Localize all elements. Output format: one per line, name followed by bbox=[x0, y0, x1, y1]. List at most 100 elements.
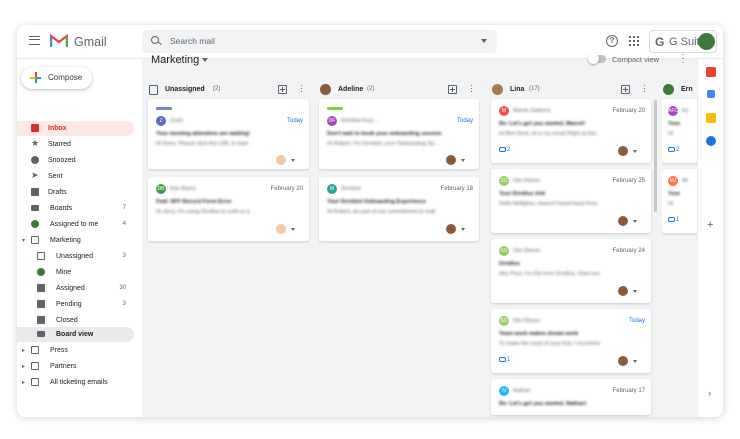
ticket-card[interactable]: MJ Mi Your Hi 1 bbox=[662, 169, 697, 233]
assignee-avatar[interactable] bbox=[446, 155, 456, 165]
sidebar-item-all-ticketing-emails[interactable]: ▸ All ticketing emails bbox=[17, 375, 134, 390]
assignee-avatar[interactable] bbox=[446, 224, 456, 234]
sidebar-item-board-view[interactable]: Board view bbox=[17, 327, 134, 342]
sidebar-item-drafts[interactable]: Drafts bbox=[17, 185, 134, 200]
add-card-icon[interactable] bbox=[621, 85, 630, 94]
comment-count[interactable]: 1 bbox=[499, 357, 510, 363]
compose-button[interactable]: Compose bbox=[21, 67, 92, 89]
ticket-card[interactable]: Z Zoeb Today Your meeting attendees are … bbox=[148, 99, 309, 169]
ticket-card[interactable]: N Nathan February 17 Re: Let's get you s… bbox=[491, 379, 651, 415]
sidebar-item-pending[interactable]: Pending 3 bbox=[17, 297, 134, 312]
chevron-down-icon[interactable] bbox=[291, 228, 295, 231]
more-options-icon[interactable]: · · · bbox=[680, 50, 686, 68]
clipboard-icon bbox=[37, 252, 45, 260]
sidebar-item-assigned-to-me[interactable]: Assigned to me 4 bbox=[17, 217, 134, 232]
assignee-avatar[interactable] bbox=[618, 356, 628, 366]
card-snippet: Hi bbox=[668, 201, 674, 207]
sender-name: Ola Olsson bbox=[513, 248, 541, 254]
chevron-down-icon[interactable] bbox=[291, 159, 295, 162]
sidebar-item-partners[interactable]: ▸ Partners bbox=[17, 359, 134, 374]
board-folder-icon bbox=[31, 346, 39, 354]
app-name: Gmail bbox=[74, 35, 107, 49]
ticket-card[interactable]: DB Dan Barns February 20 Fwd: SFF Record… bbox=[148, 177, 309, 241]
chevron-down-icon[interactable] bbox=[461, 159, 465, 162]
column-count: (2) bbox=[213, 86, 221, 92]
sidebar-item-unassigned[interactable]: Unassigned 3 bbox=[17, 249, 134, 264]
card-snippet: Hi bbox=[668, 131, 674, 137]
sidebar-item-count: 4 bbox=[122, 221, 126, 227]
card-date: February 17 bbox=[612, 388, 645, 394]
chevron-down-icon[interactable] bbox=[633, 220, 637, 223]
menu-icon[interactable] bbox=[29, 36, 40, 45]
sidebar-item-marketing[interactable]: ▾ Marketing bbox=[17, 233, 134, 248]
column-title: Ern bbox=[681, 86, 693, 93]
calendar-app-icon[interactable] bbox=[706, 67, 716, 77]
sidebar-item-sent[interactable]: ➤ Sent bbox=[17, 169, 134, 184]
chevron-right-icon[interactable]: ▸ bbox=[22, 379, 25, 386]
comment-count[interactable]: 2 bbox=[668, 147, 679, 153]
sidebar-item-inbox[interactable]: Inbox bbox=[17, 121, 134, 136]
avatar[interactable] bbox=[698, 33, 715, 50]
tasks-app-icon[interactable] bbox=[707, 90, 715, 98]
sender-name: Ola Olsson bbox=[513, 318, 541, 324]
assignee-avatar[interactable] bbox=[618, 146, 628, 156]
chevron-down-icon[interactable] bbox=[633, 360, 637, 363]
compose-label: Compose bbox=[48, 73, 83, 82]
assignee-avatar[interactable] bbox=[618, 216, 628, 226]
add-card-icon[interactable] bbox=[278, 85, 287, 94]
card-snippet: To make the most of your trial, I recomm… bbox=[499, 341, 601, 347]
sender-name: Ko bbox=[682, 108, 689, 114]
clipboard-icon bbox=[149, 85, 158, 95]
column-header: Ern bbox=[662, 82, 697, 98]
avatar bbox=[320, 84, 331, 95]
closed-check-icon bbox=[37, 316, 45, 324]
check-app-icon[interactable] bbox=[706, 136, 716, 146]
ticket-card[interactable]: SO Ola Olsson Today Team work makes drea… bbox=[491, 309, 651, 373]
comment-count[interactable]: 1 bbox=[668, 217, 679, 223]
more-options-icon[interactable]: · · · bbox=[643, 81, 646, 96]
chevron-right-icon[interactable]: ▸ bbox=[22, 363, 25, 370]
sidebar-item-label: Mine bbox=[56, 269, 72, 276]
column-header: Unassigned (2) · · · bbox=[148, 81, 309, 98]
chevron-down-icon[interactable] bbox=[633, 290, 637, 293]
keep-app-icon[interactable] bbox=[706, 113, 716, 123]
ticket-card[interactable]: M Drrmbot February 18 Your Drrmbot Onboa… bbox=[319, 177, 479, 241]
sidebar-item-boards[interactable]: Boards 7 bbox=[17, 201, 134, 216]
ticket-card[interactable]: SO Ola Olsson February 24 Drrallus Hey P… bbox=[491, 239, 651, 303]
chevron-down-icon[interactable]: ▾ bbox=[22, 237, 25, 244]
sidebar-item-press[interactable]: ▸ Press bbox=[17, 343, 134, 358]
compact-view-toggle[interactable] bbox=[588, 53, 606, 64]
chevron-right-icon[interactable]: ▸ bbox=[22, 347, 25, 354]
add-card-icon[interactable] bbox=[448, 85, 457, 94]
sidebar-item-snoozed[interactable]: Snoozed bbox=[17, 153, 134, 168]
chevron-down-icon[interactable] bbox=[461, 228, 465, 231]
more-options-icon[interactable]: · · · bbox=[470, 81, 473, 96]
chevron-down-icon[interactable] bbox=[202, 58, 208, 62]
sender-name: Nathan bbox=[513, 388, 531, 394]
comment-count-value: 1 bbox=[676, 217, 680, 223]
sidebar-item-label: Marketing bbox=[50, 237, 81, 244]
sidebar-item-assigned[interactable]: Assigned 30 bbox=[17, 281, 134, 296]
more-options-icon[interactable]: · · · bbox=[300, 81, 303, 96]
ticket-card[interactable]: SO Ola Olsson February 25 Your Drrallus … bbox=[491, 169, 651, 233]
assignee-avatar[interactable] bbox=[276, 155, 286, 165]
sidebar-item-starred[interactable]: ★ Starred bbox=[17, 137, 134, 152]
column-title: Unassigned bbox=[165, 86, 205, 93]
sidebar-item-mine[interactable]: Mine bbox=[17, 265, 134, 280]
chevron-down-icon[interactable] bbox=[633, 150, 637, 153]
sender-avatar: M bbox=[327, 184, 337, 194]
ticket-card[interactable]: DF Drrmbot from ... Today Don't wait to … bbox=[319, 99, 479, 169]
comment-count[interactable]: 2 bbox=[499, 147, 510, 153]
sidebar-item-label: Pending bbox=[56, 301, 82, 308]
sidebar-item-closed[interactable]: Closed bbox=[17, 313, 134, 328]
page-title[interactable]: Marketing bbox=[151, 54, 199, 66]
assignee-avatar[interactable] bbox=[276, 224, 286, 234]
assignee-avatar[interactable] bbox=[618, 286, 628, 296]
ticket-card[interactable]: M Marek Zablerra February 20 Re: Let's g… bbox=[491, 99, 651, 163]
column-scrollbar[interactable] bbox=[654, 100, 657, 212]
add-addon-icon[interactable]: + bbox=[707, 219, 713, 231]
ticket-card[interactable]: AFC Ko Your Hi 2 bbox=[662, 99, 697, 163]
chevron-right-icon[interactable]: › bbox=[708, 388, 711, 398]
card-subject: Don't wait to book your onboarding sessi… bbox=[327, 131, 442, 137]
gmail-logo-icon[interactable] bbox=[50, 34, 68, 48]
